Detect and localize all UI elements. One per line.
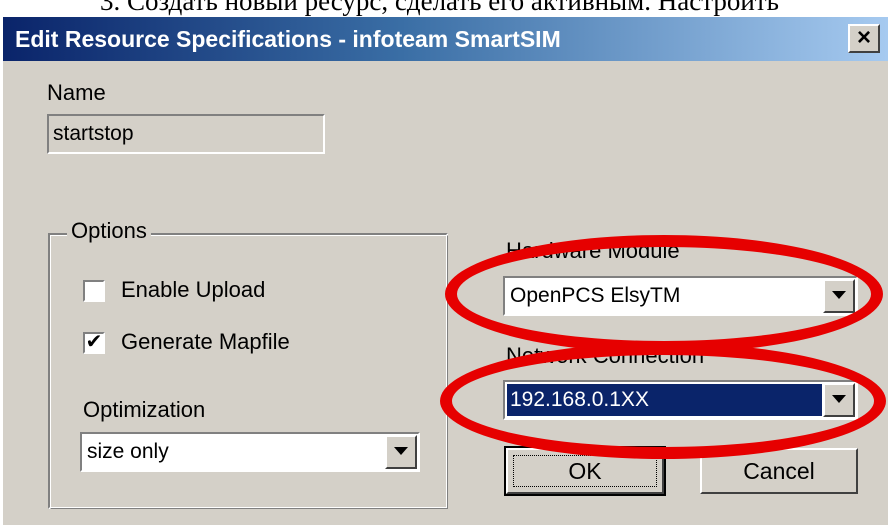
enable-upload-checkbox[interactable] (83, 280, 105, 302)
cancel-button[interactable]: Cancel (700, 448, 858, 494)
document-heading-fragment: 3. Создать новый ресурс, сделать его акт… (100, 0, 779, 16)
hardware-module-value: OpenPCS ElsyTM (510, 284, 681, 307)
network-connection-dropdown-button[interactable] (823, 383, 855, 417)
name-label: Name (47, 80, 106, 105)
network-connection-value[interactable]: 192.168.0.1XX (507, 384, 822, 416)
dialog-titlebar[interactable]: Edit Resource Specifications - infoteam … (3, 17, 888, 61)
hardware-module-dropdown-button[interactable] (823, 279, 855, 313)
hardware-module-label: Hardware Module (506, 238, 680, 263)
chevron-down-icon (832, 395, 846, 403)
optimization-label: Optimization (83, 397, 206, 422)
chevron-down-icon (832, 291, 846, 299)
ok-label: OK (568, 458, 602, 484)
hardware-module-select[interactable]: OpenPCS ElsyTM (503, 276, 858, 316)
options-legend: Options (67, 218, 151, 244)
generate-mapfile-checkbox[interactable]: ✔ (83, 332, 105, 354)
close-icon: × (856, 24, 871, 51)
edit-resource-dialog: Edit Resource Specifications - infoteam … (0, 17, 888, 525)
chevron-down-icon (394, 447, 408, 455)
cancel-label: Cancel (743, 458, 815, 484)
generate-mapfile-label[interactable]: Generate Mapfile (121, 329, 290, 355)
checkmark-icon: ✔ (85, 331, 103, 353)
network-connection-label: Network Connection (506, 343, 705, 368)
name-value: startstop (53, 122, 134, 145)
optimization-value: size only (87, 440, 169, 463)
network-connection-select[interactable]: 192.168.0.1XX (503, 380, 858, 420)
optimization-dropdown-button[interactable] (385, 435, 417, 469)
name-field: startstop (47, 114, 325, 154)
dialog-title: Edit Resource Specifications - infoteam … (15, 26, 561, 52)
close-button[interactable]: × (848, 24, 880, 53)
optimization-select[interactable]: size only (80, 432, 420, 472)
enable-upload-label[interactable]: Enable Upload (121, 277, 265, 303)
ok-button[interactable]: OK (504, 446, 666, 496)
